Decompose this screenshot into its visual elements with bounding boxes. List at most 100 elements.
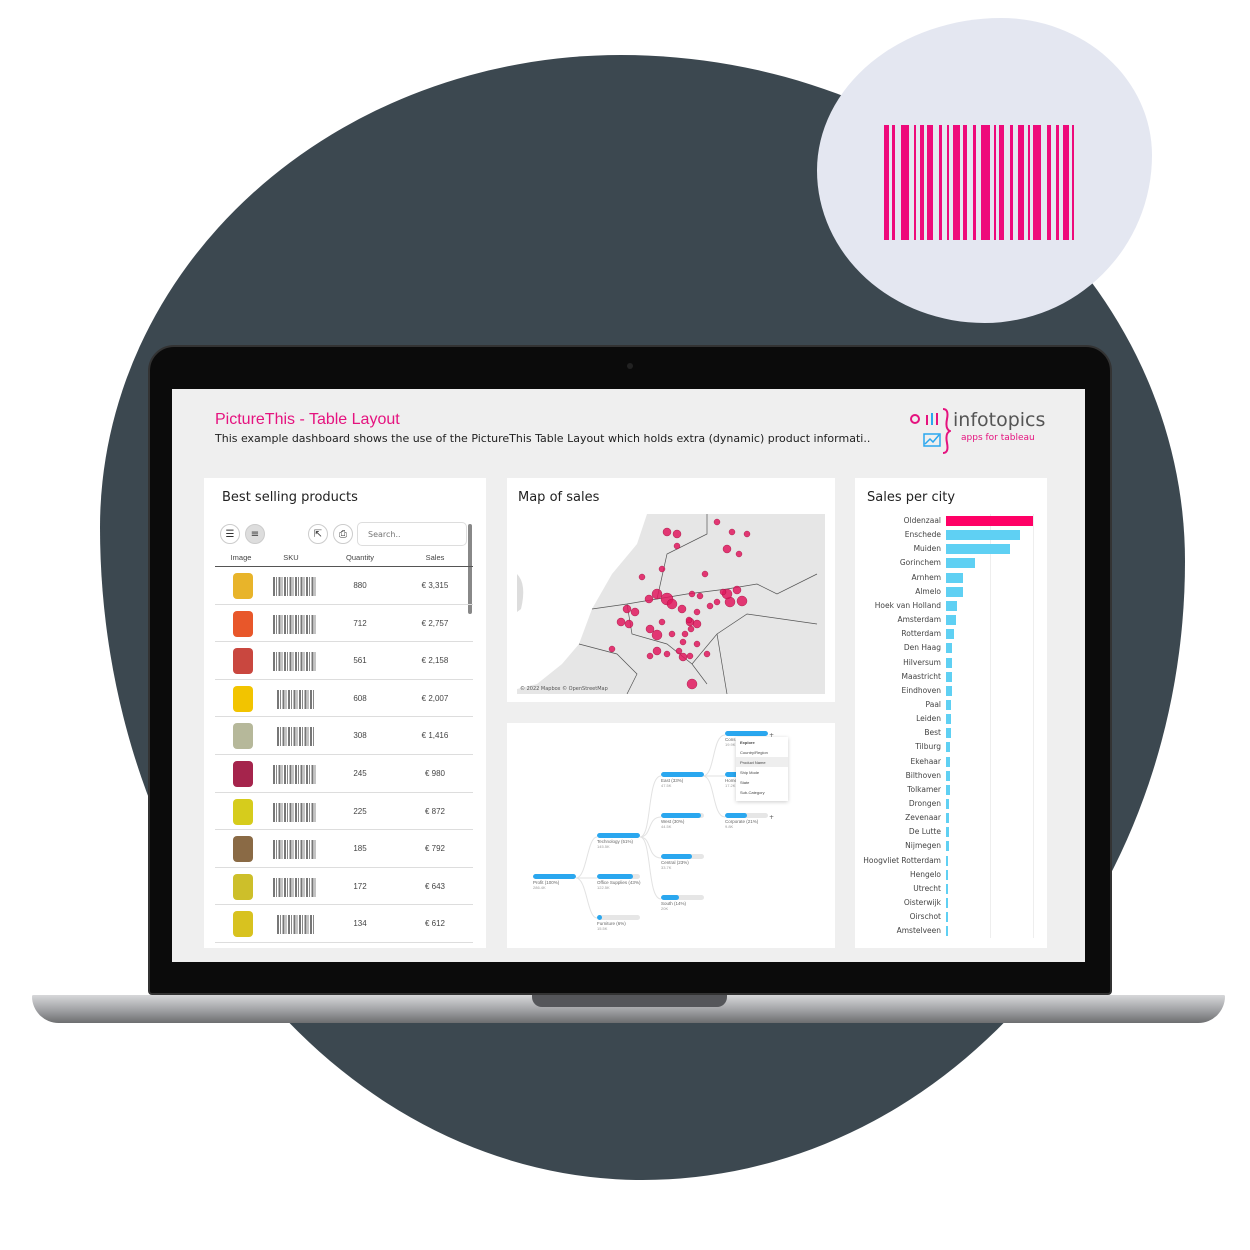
table-row[interactable]: 185 € 792	[215, 830, 473, 868]
city-bar[interactable]	[946, 600, 958, 611]
map-sales-dot[interactable]	[673, 542, 681, 550]
sort-ascending-icon[interactable]: ☰	[220, 524, 240, 544]
map-sales-dot[interactable]	[644, 594, 654, 604]
city-bar[interactable]	[946, 516, 1033, 526]
map-sales-dot[interactable]	[672, 529, 682, 539]
city-bar[interactable]	[946, 813, 950, 824]
sort-descending-icon[interactable]: ≡	[245, 524, 265, 544]
context-menu-item[interactable]: Country/Region	[736, 747, 788, 757]
map-sales-dot[interactable]	[645, 624, 655, 634]
print-icon[interactable]: ⎙	[333, 524, 353, 544]
map-sales-dot[interactable]	[675, 647, 683, 655]
map-sales-dot[interactable]	[706, 602, 714, 610]
table-row[interactable]: 172 € 643	[215, 868, 473, 906]
context-menu-item[interactable]: Explore	[736, 737, 788, 747]
city-bar[interactable]	[946, 827, 950, 838]
map-sales-dot[interactable]	[679, 638, 687, 646]
city-row[interactable]: Muiden	[855, 542, 1035, 556]
city-row[interactable]: Hengelo	[855, 868, 1035, 882]
map-sales-dot[interactable]	[658, 565, 666, 573]
city-row[interactable]: Leiden	[855, 712, 1035, 726]
map-sales-dot[interactable]	[693, 640, 701, 648]
city-bar[interactable]	[946, 926, 948, 937]
tree-node[interactable]: South (14%) 20K	[661, 895, 704, 911]
city-bar[interactable]	[946, 770, 950, 781]
table-row[interactable]: 712 € 2,757	[215, 605, 473, 643]
map-sales-dot[interactable]	[686, 652, 694, 660]
city-row[interactable]: Nijmegen	[855, 839, 1035, 853]
city-row[interactable]: Hilversum	[855, 656, 1035, 670]
city-row[interactable]: Enschede	[855, 528, 1035, 542]
map-sales-dot[interactable]	[652, 646, 662, 656]
city-row[interactable]: Oisterwijk	[855, 896, 1035, 910]
city-bar[interactable]	[946, 657, 953, 668]
map-sales-dot[interactable]	[668, 630, 676, 638]
map-sales-dot[interactable]	[693, 608, 701, 616]
tree-node[interactable]: Furniture (6%) 15.5K	[597, 915, 640, 931]
map-sales-dot[interactable]	[703, 650, 711, 658]
city-row[interactable]: Zevenaar	[855, 811, 1035, 825]
city-row[interactable]: Rotterdam	[855, 627, 1035, 641]
city-bar[interactable]	[946, 855, 949, 866]
city-bar[interactable]	[946, 572, 964, 583]
city-row[interactable]: De Lutte	[855, 825, 1035, 839]
city-bar[interactable]	[946, 643, 953, 654]
city-bar[interactable]	[946, 799, 950, 809]
map-sales-dot[interactable]	[713, 598, 721, 606]
column-header[interactable]: Sales	[405, 553, 465, 562]
export-icon[interactable]: ⇱	[308, 524, 328, 544]
map-sales-dot[interactable]	[616, 617, 626, 627]
city-row[interactable]: Hoek van Holland	[855, 599, 1035, 613]
map-sales-dot[interactable]	[658, 618, 666, 626]
map-sales-dot[interactable]	[630, 607, 640, 617]
tree-node[interactable]: Corporate (21%) 9.8K	[725, 813, 768, 829]
city-row[interactable]: Amstelveen	[855, 924, 1035, 938]
city-row[interactable]: Arnhem	[855, 571, 1035, 585]
city-row[interactable]: Almelo	[855, 585, 1035, 599]
map-sales-dot[interactable]	[646, 652, 654, 660]
map-sales-dot[interactable]	[681, 630, 689, 638]
map-sales-dot[interactable]	[651, 588, 663, 600]
map-sales-dot[interactable]	[722, 544, 732, 554]
map-sales-dot[interactable]	[719, 588, 727, 596]
map-sales-dot[interactable]	[624, 619, 634, 629]
city-bar[interactable]	[946, 615, 956, 626]
city-bar[interactable]	[946, 912, 948, 923]
tree-node[interactable]: Central (23%) 33.7K	[661, 854, 704, 870]
city-row[interactable]: Oirschot	[855, 910, 1035, 924]
column-header[interactable]: Image	[215, 553, 267, 562]
context-menu-item[interactable]: Product Name	[736, 757, 788, 767]
city-row[interactable]: Maastricht	[855, 670, 1035, 684]
city-row[interactable]: Eindhoven	[855, 684, 1035, 698]
city-bar[interactable]	[946, 756, 950, 767]
tree-node[interactable]: Technology (51%) 145.5K	[597, 833, 640, 849]
map-sales-dot[interactable]	[701, 570, 709, 578]
city-row[interactable]: Gorinchem	[855, 556, 1035, 570]
map-sales-dot[interactable]	[735, 550, 743, 558]
tree-node[interactable]: West (30%) 44.5K	[661, 813, 704, 829]
city-row[interactable]: Amsterdam	[855, 613, 1035, 627]
sales-map[interactable]: © 2022 Mapbox © OpenStreetMap	[517, 514, 825, 694]
city-row[interactable]: Tilburg	[855, 740, 1035, 754]
city-bar[interactable]	[946, 883, 949, 894]
map-sales-dot[interactable]	[696, 592, 704, 600]
map-sales-dot[interactable]	[663, 650, 671, 658]
map-sales-dot[interactable]	[743, 530, 751, 538]
column-header[interactable]: Quantity	[325, 553, 395, 562]
map-sales-dot[interactable]	[677, 604, 687, 614]
context-menu-item[interactable]: State	[736, 777, 788, 787]
city-bar[interactable]	[946, 714, 952, 725]
city-bar[interactable]	[946, 869, 949, 880]
column-header[interactable]: SKU	[267, 553, 315, 562]
table-row[interactable]: 608 € 2,007	[215, 680, 473, 718]
city-row[interactable]: Bilthoven	[855, 769, 1035, 783]
tree-node[interactable]: Office Supplies (43%) 122.5K	[597, 874, 640, 890]
city-row[interactable]: Oldenzaal	[855, 514, 1035, 528]
city-bar[interactable]	[946, 699, 952, 710]
city-bar[interactable]	[946, 728, 951, 739]
city-row[interactable]: Paal	[855, 698, 1035, 712]
map-sales-dot[interactable]	[685, 616, 693, 624]
tree-node[interactable]: East (33%) 47.5K	[661, 772, 704, 788]
context-menu-item[interactable]: Ship Mode	[736, 767, 788, 777]
city-row[interactable]: Utrecht	[855, 882, 1035, 896]
